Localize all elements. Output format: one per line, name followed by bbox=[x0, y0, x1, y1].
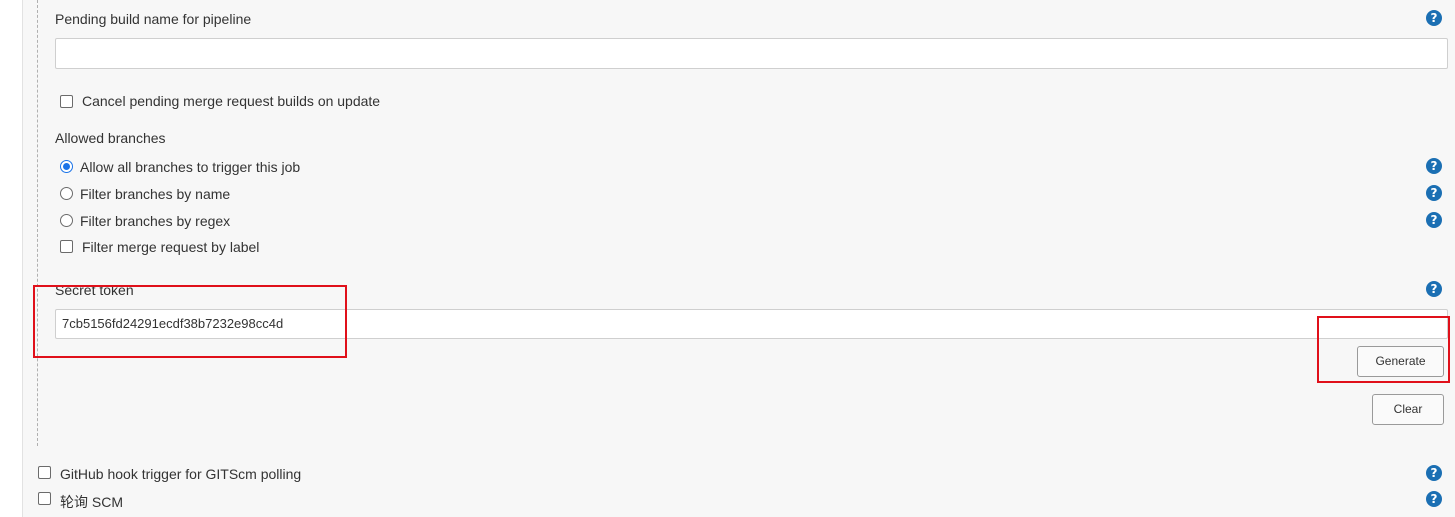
help-icon[interactable]: ? bbox=[1426, 281, 1442, 297]
help-icon[interactable]: ? bbox=[1426, 212, 1442, 228]
radio-filter-by-name[interactable] bbox=[60, 187, 73, 200]
section-divider-line bbox=[37, 0, 38, 446]
pending-build-input[interactable] bbox=[55, 38, 1448, 69]
help-icon[interactable]: ? bbox=[1426, 465, 1442, 481]
poll-scm-checkbox[interactable] bbox=[38, 492, 51, 505]
help-icon[interactable]: ? bbox=[1426, 491, 1442, 507]
cancel-pending-label: Cancel pending merge request builds on u… bbox=[82, 93, 381, 109]
radio-allow-all-branches[interactable] bbox=[60, 160, 73, 173]
help-icon[interactable]: ? bbox=[1426, 158, 1442, 174]
github-hook-checkbox[interactable] bbox=[38, 466, 51, 479]
left-gutter bbox=[0, 0, 22, 517]
highlight-box-generate bbox=[1317, 316, 1450, 383]
filter-by-label-checkbox[interactable] bbox=[60, 240, 73, 253]
filter-by-regex-label: Filter branches by regex bbox=[80, 213, 231, 229]
allowed-branches-heading: Allowed branches bbox=[55, 130, 166, 146]
filter-by-name-label: Filter branches by name bbox=[80, 186, 231, 202]
clear-button[interactable]: Clear bbox=[1372, 394, 1444, 425]
poll-scm-label: 轮询 SCM bbox=[60, 494, 123, 510]
allow-all-branches-label: Allow all branches to trigger this job bbox=[80, 159, 301, 175]
pending-build-label: Pending build name for pipeline bbox=[55, 11, 252, 27]
github-hook-label: GitHub hook trigger for GITScm polling bbox=[60, 466, 302, 482]
config-panel bbox=[22, 0, 1455, 517]
help-icon[interactable]: ? bbox=[1426, 10, 1442, 26]
highlight-box-secret-token bbox=[33, 285, 347, 358]
cancel-pending-checkbox[interactable] bbox=[60, 95, 73, 108]
filter-by-label-label: Filter merge request by label bbox=[82, 239, 260, 255]
radio-filter-by-regex[interactable] bbox=[60, 214, 73, 227]
help-icon[interactable]: ? bbox=[1426, 185, 1442, 201]
